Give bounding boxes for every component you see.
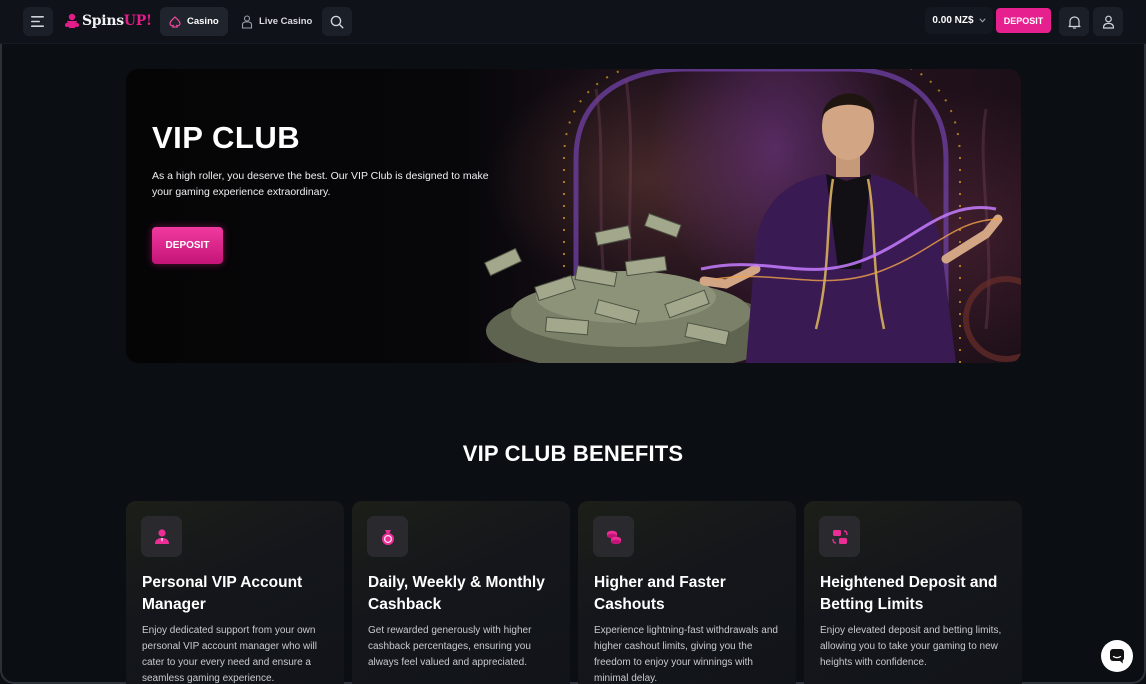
vip-host-illustration [483,69,1021,363]
tab-live-casino-label: Live Casino [259,16,313,27]
hero-description: As a high roller, you deserve the best. … [152,170,489,198]
profile-button[interactable] [1093,7,1123,36]
logo-text-main: Spins [82,13,124,29]
hero-deposit-button[interactable]: DEPOSIT [152,227,223,264]
benefits-title: VIP CLUB BENEFITS [462,441,684,466]
coins-icon [593,516,634,557]
vip-hero-banner: VIP CLUB As a high roller, you deserve t… [126,69,1021,363]
user-icon [1102,15,1114,29]
search-button[interactable] [322,7,352,36]
chat-icon [1110,649,1124,664]
logo-icon [65,13,79,28]
dealer-icon [241,14,253,29]
search-icon [330,15,344,29]
tab-live-casino[interactable]: Live Casino [232,7,321,36]
benefit-card-limits: Heightened Deposit and Betting Limits En… [804,501,1022,684]
balance-selector[interactable]: 0.00 NZ$ [925,7,993,34]
cashback-icon [367,516,408,557]
tab-casino-label: Casino [187,16,219,27]
hero-title: VIP CLUB [152,120,301,155]
benefit-title: Heightened Deposit and Betting Limits [820,574,998,613]
bell-icon [1067,15,1081,29]
chevron-down-icon [978,18,986,23]
benefit-card-cashouts: Higher and Faster Cashouts Experience li… [578,501,796,684]
top-bar: SpinsUP! Casino Live Casino 0.00 NZ$ DEP… [0,0,1146,44]
benefit-description: Experience lightning-fast withdrawals an… [594,625,778,684]
benefit-title: Higher and Faster Cashouts [594,574,726,613]
live-chat-button[interactable] [1101,640,1133,672]
benefit-title: Daily, Weekly & Monthly Cashback [368,574,545,613]
account-manager-icon [141,516,182,557]
limits-icon [819,516,860,557]
logo-text-accent: UP! [123,13,152,29]
balance-amount: 0.00 NZ$ [932,15,974,26]
tab-casino[interactable]: Casino [160,7,228,36]
header-deposit-button[interactable]: DEPOSIT [996,8,1051,33]
benefit-description: Enjoy dedicated support from your own pe… [142,625,317,684]
menu-button[interactable] [23,7,53,36]
benefit-card-account-manager: Personal VIP Account Manager Enjoy dedic… [126,501,344,684]
benefit-description: Get rewarded generously with higher cash… [368,625,532,668]
logo[interactable]: SpinsUP! [64,10,152,32]
benefit-description: Enjoy elevated deposit and betting limit… [820,625,1002,668]
benefit-title: Personal VIP Account Manager [142,574,303,613]
benefit-card-cashback: Daily, Weekly & Monthly Cashback Get rew… [352,501,570,684]
spade-icon [169,15,181,28]
notifications-button[interactable] [1059,7,1089,36]
menu-icon [31,16,44,27]
